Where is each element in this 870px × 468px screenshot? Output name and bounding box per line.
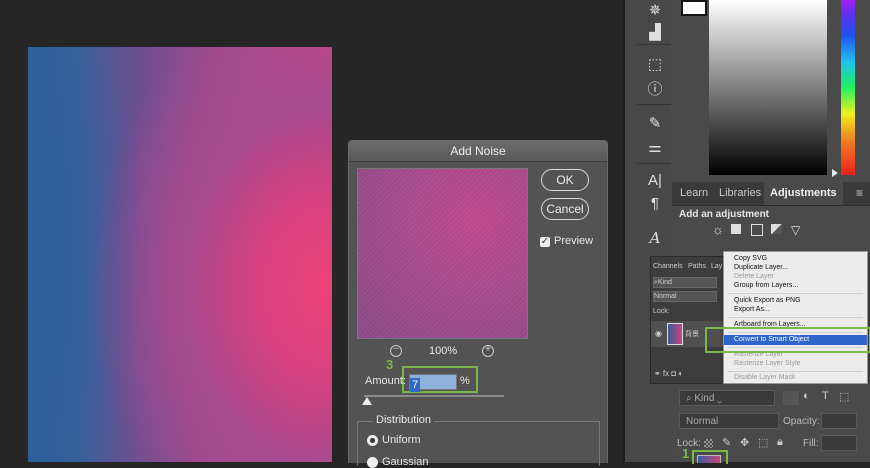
- color-picker-field[interactable]: [709, 0, 827, 175]
- opacity-label: Opacity:: [783, 416, 820, 427]
- blend-mode-select[interactable]: Normal: [653, 291, 717, 302]
- smart-object-highlight-box: [705, 327, 870, 353]
- strip-divider: [637, 163, 673, 164]
- panel-icon-strip: ✵ ▟ ⬚ ⓘ ✎ ⚌ A| ¶ A: [625, 0, 673, 462]
- gaussian-radio[interactable]: [367, 457, 378, 468]
- layer-thumbnail: [667, 323, 683, 345]
- filter-adjustment-icon[interactable]: ◐: [803, 390, 810, 402]
- glyphs-icon[interactable]: A: [644, 227, 666, 249]
- navigator-icon[interactable]: ✵: [644, 0, 666, 22]
- brush-icon[interactable]: ✎: [644, 113, 666, 135]
- add-noise-dialog: Add Noise OK Cancel ✓ Preview − 100% + 3…: [348, 140, 608, 468]
- hue-slider[interactable]: [841, 0, 855, 175]
- lock-label: Lock:: [653, 308, 670, 315]
- fill-label: Fill:: [803, 438, 819, 449]
- amount-value: 7: [410, 378, 421, 392]
- tab-channels[interactable]: Channels: [653, 263, 683, 270]
- filter-pixel-icon[interactable]: [783, 391, 799, 405]
- layers-panel: ⌕ Kind ⌄ ◐ T ⬚ Normal Opacity: Lock: ✎ ✥…: [671, 384, 870, 464]
- link-layers-icon[interactable]: ⚭ fx ◘ ◐: [654, 369, 683, 378]
- tab-paths[interactable]: Paths: [688, 263, 706, 270]
- foreground-color-swatch[interactable]: [681, 0, 707, 16]
- menu-disable-layer-mask: Disable Layer Mask: [734, 374, 796, 381]
- blend-mode-dropdown[interactable]: Normal: [679, 413, 779, 429]
- menu-separator: [728, 293, 863, 294]
- tab-adjustments[interactable]: Adjustments: [764, 182, 843, 205]
- strip-divider: [637, 104, 673, 105]
- menu-separator: [728, 371, 863, 372]
- menu-export-as[interactable]: Export As...: [724, 305, 867, 315]
- visibility-eye-icon[interactable]: ◉: [655, 329, 662, 338]
- 3d-cube-icon[interactable]: ⬚: [644, 54, 666, 76]
- amount-unit: %: [460, 375, 470, 387]
- uniform-label: Uniform: [382, 434, 421, 446]
- brush-settings-icon[interactable]: ⚌: [644, 137, 666, 159]
- kind-filter-select[interactable]: ⌕ Kind ⌄: [679, 390, 775, 406]
- zoom-level: 100%: [429, 345, 458, 357]
- tab-libraries[interactable]: Libraries: [719, 182, 761, 205]
- hue-slider-arrow[interactable]: [832, 169, 838, 177]
- menu-rasterize-layer-style: Rasterize Layer Style: [734, 360, 801, 367]
- filter-type-icon[interactable]: T: [822, 390, 829, 402]
- opacity-input[interactable]: [821, 413, 857, 429]
- info-icon[interactable]: ⓘ: [644, 79, 666, 101]
- panel-tabs: Learn Libraries Adjustments ≡: [672, 182, 870, 206]
- lock-position-icon[interactable]: ✥: [740, 436, 749, 449]
- amount-slider-track[interactable]: [364, 395, 504, 397]
- uniform-radio[interactable]: [367, 435, 378, 446]
- ok-button[interactable]: OK: [541, 169, 589, 191]
- filter-shape-icon[interactable]: ⬚: [839, 390, 849, 403]
- levels-icon[interactable]: [731, 224, 741, 234]
- character-icon[interactable]: A|: [644, 170, 666, 192]
- curves-icon[interactable]: [751, 224, 763, 236]
- vibrance-icon[interactable]: ▽: [791, 223, 800, 237]
- tab-learn[interactable]: Learn: [680, 182, 708, 205]
- amount-slider-thumb[interactable]: [362, 397, 372, 405]
- paragraph-icon[interactable]: ¶: [644, 193, 666, 215]
- cancel-button[interactable]: Cancel: [541, 198, 589, 220]
- preview-label: Preview: [554, 235, 594, 247]
- dialog-title: Add Noise: [349, 141, 607, 162]
- amount-input[interactable]: 7: [409, 374, 457, 392]
- strip-divider: [637, 44, 673, 45]
- lock-transparency-icon[interactable]: [704, 439, 713, 448]
- lock-pixels-icon[interactable]: ✎: [722, 436, 731, 449]
- gaussian-label: Gaussian: [382, 456, 429, 468]
- histogram-icon[interactable]: ▟: [644, 22, 666, 44]
- zoom-out-icon[interactable]: −: [390, 345, 402, 357]
- tab-layers[interactable]: Lay: [711, 263, 722, 270]
- fill-input[interactable]: [821, 435, 857, 451]
- layer-name[interactable]: 背景: [685, 329, 699, 339]
- zoom-in-icon[interactable]: +: [482, 345, 494, 357]
- layer-context-menu: Copy SVG Duplicate Layer... Delete Layer…: [723, 251, 868, 384]
- distribution-label: Distribution: [373, 414, 435, 426]
- kind-filter-text: Kind: [694, 393, 715, 404]
- panel-menu-icon[interactable]: ≡: [856, 182, 863, 205]
- amount-label: Amount:: [365, 375, 406, 387]
- step-1-marker: 1: [682, 446, 690, 461]
- layer-kind-filter[interactable]: ⌕Kind: [653, 277, 717, 288]
- exposure-icon[interactable]: [771, 224, 782, 234]
- preview-checkbox[interactable]: ✓: [540, 237, 550, 247]
- menu-group-from-layers[interactable]: Group from Layers...: [724, 281, 867, 291]
- lock-all-icon[interactable]: 🔒︎: [777, 436, 783, 449]
- brightness-icon[interactable]: ☼: [712, 222, 724, 237]
- step-3-marker: 3: [386, 357, 394, 372]
- layers-panel-small: Channels Paths Lay ⌕Kind Normal Lock: ◉ …: [650, 256, 726, 384]
- adjustments-title: Add an adjustment: [679, 209, 770, 220]
- document-canvas[interactable]: [28, 47, 332, 462]
- kind-filter-label: Kind: [657, 279, 672, 286]
- menu-separator: [728, 317, 863, 318]
- lock-artboard-icon[interactable]: ⬚: [758, 436, 768, 449]
- noise-preview-image[interactable]: [357, 168, 528, 339]
